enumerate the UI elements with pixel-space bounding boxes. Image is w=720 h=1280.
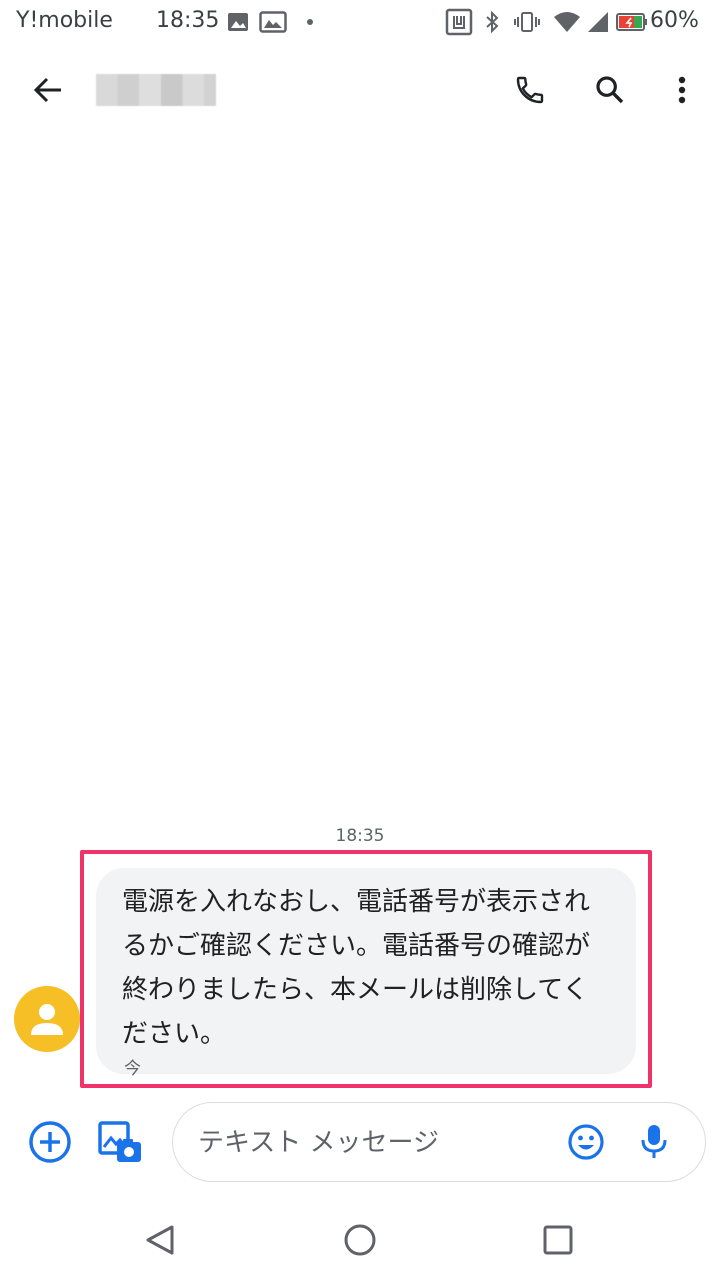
mic-icon — [641, 1125, 667, 1158]
voice-input-button[interactable] — [630, 1118, 678, 1166]
contact-name — [96, 74, 216, 106]
more-options-button[interactable] — [654, 62, 710, 118]
gallery-button[interactable] — [94, 1116, 146, 1168]
call-button[interactable] — [502, 62, 558, 118]
search-button[interactable] — [582, 62, 638, 118]
phone-icon — [516, 76, 544, 104]
emoji-button[interactable] — [562, 1118, 610, 1166]
battery-icon — [616, 8, 648, 36]
back-triangle-icon — [146, 1225, 174, 1255]
attach-button[interactable] — [24, 1116, 76, 1168]
nav-home-button[interactable] — [330, 1210, 390, 1270]
battery-percent: 60% — [650, 8, 699, 33]
add-circle-icon — [29, 1121, 71, 1163]
dot-icon — [304, 8, 316, 36]
message-timestamp: 18:35 — [335, 826, 385, 846]
emoji-icon — [568, 1124, 604, 1160]
nfc-icon — [444, 8, 474, 36]
nav-recents-button[interactable] — [528, 1210, 588, 1270]
gallery-camera-icon — [98, 1121, 141, 1162]
home-circle-icon — [344, 1224, 376, 1256]
bluetooth-icon — [482, 8, 502, 36]
status-clock: 18:35 — [156, 8, 220, 33]
back-button[interactable] — [20, 66, 76, 114]
signal-icon — [586, 8, 610, 36]
gallery-icon — [258, 8, 288, 36]
message-input[interactable] — [196, 1122, 550, 1164]
back-arrow-icon — [33, 77, 61, 103]
status-bar: Y!mobile 18:35 60% — [0, 0, 720, 44]
highlight-frame — [80, 850, 652, 1088]
nav-back-button[interactable] — [130, 1210, 190, 1270]
search-icon — [596, 76, 624, 104]
recents-square-icon — [543, 1225, 573, 1255]
carrier-label: Y!mobile — [16, 8, 113, 33]
more-vert-icon — [678, 76, 686, 104]
person-icon — [31, 1004, 63, 1035]
vibrate-icon — [512, 8, 542, 36]
sender-avatar[interactable] — [14, 986, 80, 1052]
image-icon — [226, 8, 250, 36]
wifi-icon — [552, 8, 582, 36]
